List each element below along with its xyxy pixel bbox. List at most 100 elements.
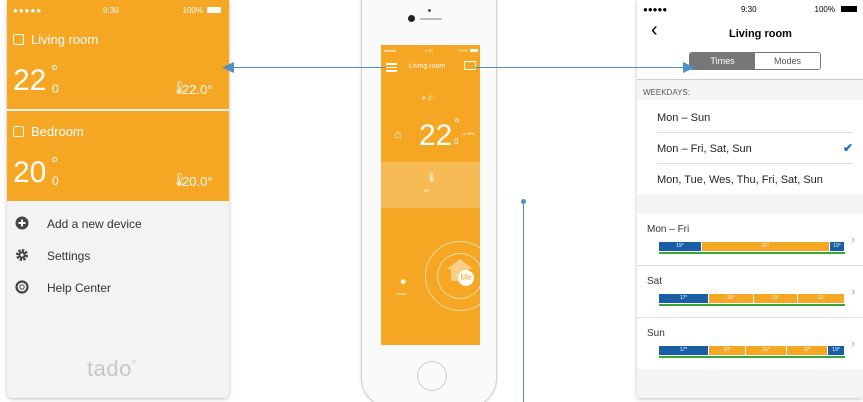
battery-percent: 100% [182, 6, 203, 15]
home-icon: ⌂ [394, 127, 402, 141]
arrowhead-left-icon [222, 62, 234, 73]
arrowhead-right-icon [683, 62, 695, 73]
lifebuoy-icon [15, 280, 29, 294]
schedule-day-label: Sat [647, 276, 663, 287]
section-header: WEEKDAYS: [643, 88, 690, 97]
menu-item-add-device[interactable]: Add a new device [7, 214, 229, 236]
schedule-block: 19° [830, 242, 845, 251]
menu-item-label: Settings [47, 249, 91, 263]
phone-screen: ●●●●● 9:30 100% Living room ☀ 2° ⌂ 22 ° … [381, 45, 480, 345]
person-icon: ☻ [399, 277, 408, 286]
room-list-screen: ●●●●● 9:30 100% Living room 22 ° 0 🌡 22.… [7, 0, 229, 398]
connector-line-left [230, 67, 386, 68]
signal-indicator: ●●●●● [13, 6, 43, 15]
room-temperature: 20 [13, 156, 47, 189]
connector-line-right [475, 67, 690, 68]
schedule-row[interactable]: Mon – Fri 19° 21° 19° › [637, 214, 863, 266]
tab-times[interactable]: Times [690, 53, 755, 69]
menu-item-help-center[interactable]: Help Center [7, 278, 229, 300]
status-time: 9:30 [103, 6, 119, 15]
schedule-list: Mon – Fri 19° 21° 19° › Sat 17° 20° 21° 22° ›… [637, 214, 863, 369]
room-temperature-decimal: 0 [52, 174, 59, 188]
tab-modes[interactable]: Modes [755, 53, 820, 69]
room-checkbox-icon [13, 126, 24, 137]
schedule-block: 22° [798, 294, 845, 303]
menu-item-label: Add a new device [47, 217, 142, 231]
schedule-green-line [659, 304, 845, 306]
screen-title: Living room [409, 63, 446, 70]
schedule-block: 19° [659, 242, 702, 251]
room-name: Living room [31, 32, 99, 47]
schedule-block: 19° [828, 346, 845, 355]
degree-symbol: ° [51, 154, 59, 174]
schedule-bar: 17° 20° 21° 22° 19° [659, 346, 845, 355]
temperature-decimal: 0 [454, 137, 459, 146]
humidity: ● 45% [463, 131, 475, 136]
home-button[interactable] [417, 361, 447, 391]
plus-circle-icon [15, 216, 29, 230]
chevron-right-icon: › [851, 286, 855, 298]
thermometer-icon: 🌡 [426, 172, 438, 182]
camera-icon [408, 15, 415, 22]
schedule-green-line [659, 356, 845, 358]
schedule-screen: ●●●●● 9:30 100% ‹ Living room Times Mode… [637, 0, 863, 398]
schedule-block: 17° [659, 294, 710, 303]
sensor-dot [428, 9, 431, 12]
schedule-block: 22° [787, 346, 829, 355]
menu-item-label: Help Center [47, 281, 112, 295]
room-name: Bedroom [31, 124, 84, 139]
weekday-option[interactable]: Mon – Sun [657, 102, 853, 133]
battery-icon [470, 49, 478, 52]
gear-icon [16, 249, 28, 261]
phone-mockup: ●●●●● 9:30 100% Living room ☀ 2° ⌂ 22 ° … [361, 0, 497, 402]
schedule-block: 20° [709, 294, 754, 303]
room-checkbox-icon [13, 34, 24, 45]
connector-line-bottom [523, 202, 524, 402]
tado-logo: tado° [87, 356, 137, 381]
target-temperature-band[interactable]: 🌡 22° [381, 162, 480, 208]
status-bar: ●●●●● 9:30 100% [381, 45, 480, 55]
schedule-green-line [659, 252, 845, 254]
schedule-day-label: Mon – Fri [647, 224, 690, 235]
weekday-option[interactable]: Mon – Fri, Sat, Sun ✔ [657, 133, 853, 164]
me-avatar[interactable]: Me [458, 270, 474, 286]
degree-symbol: ° [51, 62, 59, 82]
segmented-control: Times Modes [689, 52, 821, 70]
divider [637, 79, 863, 80]
back-chevron-icon[interactable]: ‹ [651, 20, 658, 40]
battery-icon [207, 7, 221, 13]
speaker-grille [420, 18, 442, 20]
schedule-block: 21° [746, 346, 788, 355]
schedule-icon[interactable] [464, 61, 476, 70]
checkmark-icon: ✔ [842, 141, 853, 155]
room-temperature: 22 [13, 64, 47, 97]
connector-dot [521, 199, 526, 204]
person-label: Laura [396, 291, 407, 296]
main-temperature: 22 [419, 119, 453, 152]
status-bar: ●●●●● 9:30 100% [637, 0, 863, 18]
menu-icon[interactable] [386, 63, 397, 72]
degree-symbol: ° [454, 115, 460, 131]
room-current-temp: 20.0° [182, 174, 213, 189]
schedule-day-label: Sun [647, 328, 665, 339]
schedule-block: 21° [753, 294, 799, 303]
room-temperature-decimal: 0 [52, 82, 59, 96]
schedule-row[interactable]: Sat 17° 20° 21° 22° › [637, 266, 863, 318]
schedule-row[interactable]: Sun 17° 20° 21° 22° 19° › [637, 318, 863, 370]
weekday-option[interactable]: Mon, Tue, Wes, Thu, Fri, Sat, Sun [657, 164, 853, 195]
menu-item-settings[interactable]: Settings [7, 246, 229, 268]
schedule-bar: 17° 20° 21° 22° [659, 294, 845, 303]
schedule-block: 17° [659, 346, 710, 355]
battery-icon [841, 6, 857, 12]
weekday-options-list: Mon – Sun Mon – Fri, Sat, Sun ✔ Mon, Tue… [637, 100, 863, 194]
chevron-right-icon: › [851, 234, 855, 246]
room-card-bedroom[interactable]: Bedroom 20 ° 0 🌡 20.0° [7, 111, 229, 201]
status-bar: ●●●●● 9:30 100% [7, 0, 229, 22]
chevron-right-icon: › [851, 338, 855, 350]
schedule-block: 20° [709, 346, 747, 355]
room-current-temp: 22.0° [182, 82, 213, 97]
page-title: Living room [729, 28, 792, 40]
room-card-living-room[interactable]: Living room 22 ° 0 🌡 22.0° [7, 22, 229, 109]
outside-weather: ☀ 2° [421, 96, 434, 102]
schedule-block: 21° [701, 242, 831, 251]
